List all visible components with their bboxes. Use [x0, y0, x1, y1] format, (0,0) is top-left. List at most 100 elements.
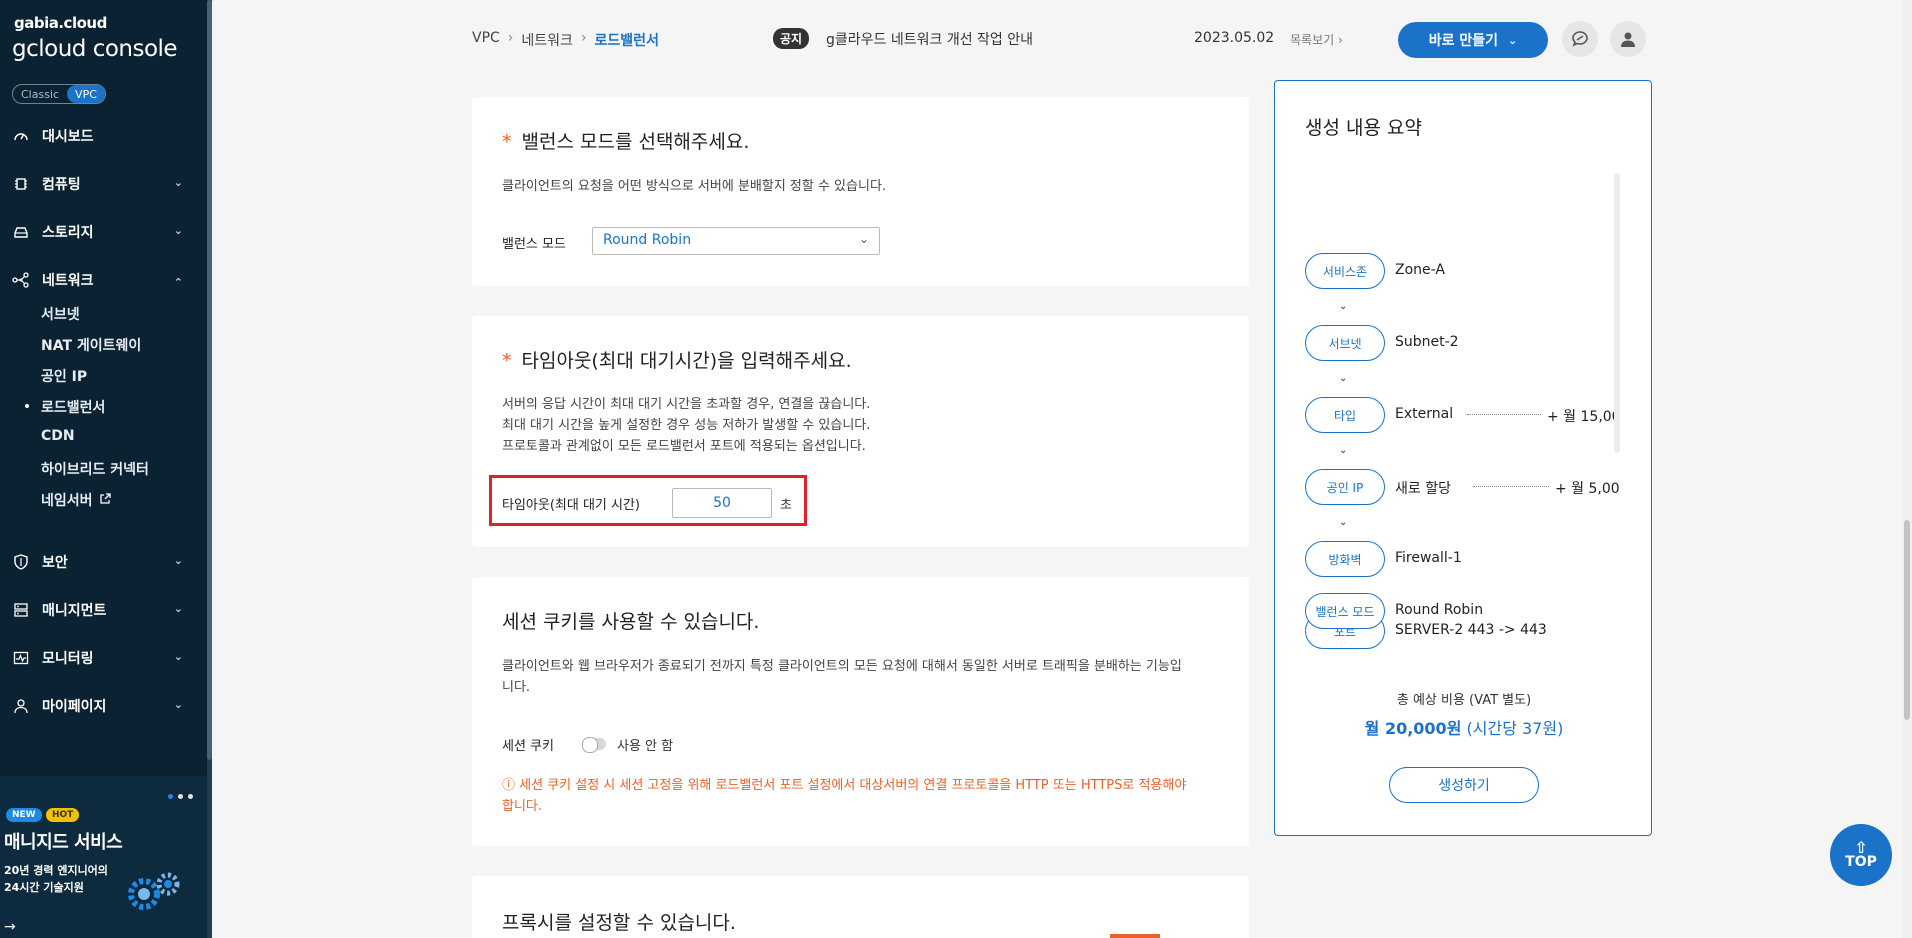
balance-mode-label: 밸런스 모드	[502, 237, 566, 252]
mode-vpc[interactable]: VPC	[67, 85, 105, 103]
summary-title: 생성 내용 요약	[1305, 117, 1422, 139]
sidebar-item-load-balancer[interactable]: 로드밸런서	[24, 397, 105, 417]
chevron-down-icon: ⌄	[173, 698, 183, 711]
step-pill[interactable]: 타입	[1305, 397, 1385, 433]
notice-list-link[interactable]: 목록보기 ›	[1290, 31, 1343, 48]
quick-create-button[interactable]: 바로 만들기 ⌄	[1398, 22, 1548, 58]
generate-button[interactable]: 생성하기	[1389, 767, 1539, 803]
brand-small: gabia.cloud	[14, 14, 107, 32]
nav-label: 대시보드	[42, 129, 94, 145]
section-title: * 밸런스 모드를 선택해주세요.	[502, 131, 750, 153]
section-title: 프록시를 설정할 수 있습니다.	[502, 912, 736, 934]
bottom-accent-bar	[1110, 934, 1160, 938]
promo-banner[interactable]: NEW HOT 매니지드 서비스 20년 경력 엔지니어의 24시간 기술지원 …	[0, 776, 207, 938]
summary-step: 타입 External + 월 15,000 원	[1305, 397, 1620, 437]
notice-list-label: 목록보기	[1290, 33, 1335, 47]
section-title: 세션 쿠키를 사용할 수 있습니다.	[502, 611, 760, 633]
sidebar-item-subnet[interactable]: 서브넷	[41, 304, 80, 324]
section-description: 클라이언트와 웹 브라우저가 종료되기 전까지 특정 클라이언트의 모든 요청에…	[502, 656, 1227, 698]
step-price: + 월 15,000 원	[1547, 409, 1620, 425]
gears-icon	[128, 872, 180, 910]
server-rack-icon	[12, 601, 30, 619]
sidebar-item-label: 네임서버	[41, 493, 93, 509]
notice-link[interactable]: g클라우드 네트워크 개선 작업 안내	[826, 29, 1033, 49]
summary-step: 밸런스 모드 Round Robin	[1305, 593, 1620, 633]
nav-label: 마이페이지	[42, 699, 107, 715]
nav-security[interactable]: 보안 ⌄	[0, 544, 207, 580]
step-pill[interactable]: 서브넷	[1305, 325, 1385, 361]
description-line: 니다.	[502, 680, 531, 695]
nav-label: 네트워크	[42, 273, 94, 289]
brand-logo[interactable]: gcloud console	[12, 36, 178, 62]
sidebar-scrollbar[interactable]	[207, 0, 212, 938]
section-description: 서버의 응답 시간이 최대 대기 시간을 초과할 경우, 연결을 끊습니다. 최…	[502, 394, 870, 457]
carousel-dots[interactable]	[168, 794, 193, 799]
sidebar: gabia.cloud gcloud console Classic VPC 대…	[0, 0, 212, 938]
chevron-down-icon: ⌄	[1339, 301, 1348, 312]
breadcrumb: VPC › 네트워크 › 로드밸런서	[472, 30, 659, 50]
nav-network[interactable]: 네트워크 ⌃	[0, 262, 207, 298]
timeout-label: 타임아웃(최대 대기 시간)	[502, 498, 641, 513]
step-value: Round Robin	[1395, 602, 1484, 618]
nav-management[interactable]: 매니지먼트 ⌄	[0, 592, 207, 628]
arrow-up-icon: ⇧	[1854, 838, 1868, 857]
summary-step: 공인 IP 새로 할당 + 월 5,000 원	[1305, 469, 1620, 509]
promo-line-2: 24시간 기술지원	[4, 881, 84, 894]
chevron-down-icon: ⌄	[173, 176, 183, 189]
step-value: External	[1395, 406, 1454, 422]
leader-line	[1473, 486, 1549, 487]
description-line: 최대 대기 시간을 높게 설정한 경우 성능 저하가 발생할 수 있습니다.	[502, 418, 871, 433]
shield-icon	[12, 553, 30, 571]
timeout-unit: 초	[780, 498, 792, 513]
hourly-cost: (시간당 37원)	[1466, 719, 1564, 738]
nav-label: 컴퓨팅	[42, 177, 81, 193]
session-cookie-toggle[interactable]	[582, 737, 606, 753]
timeout-input[interactable]: 50	[672, 488, 772, 518]
nav-storage[interactable]: 스토리지 ⌄	[0, 214, 207, 250]
session-cookie-status: 사용 안 함	[617, 739, 674, 754]
balance-mode-select[interactable]: Round Robin ⌄	[592, 227, 880, 255]
chevron-down-icon: ⌄	[173, 224, 183, 237]
chevron-down-icon: ⌄	[173, 554, 183, 567]
nav-monitoring[interactable]: 모니터링 ⌄	[0, 640, 207, 676]
user-icon	[12, 697, 30, 715]
chevron-right-icon: ›	[507, 30, 514, 46]
description-line: 프로토콜과 관계없이 모든 로드밸런서 포트에 적용되는 옵션입니다.	[502, 439, 866, 454]
session-cookie-card: 세션 쿠키를 사용할 수 있습니다. 클라이언트와 웹 브라우저가 종료되기 전…	[472, 577, 1249, 846]
chevron-down-icon: ⌄	[1339, 661, 1347, 663]
step-pill[interactable]: 방화벽	[1305, 541, 1385, 577]
step-value: Firewall-1	[1395, 550, 1462, 566]
notice-badge: 공지	[773, 28, 810, 49]
summary-scrollbar[interactable]	[1614, 173, 1620, 453]
mode-switch[interactable]: Classic VPC	[12, 84, 106, 104]
cpu-icon	[12, 175, 30, 193]
sidebar-item-public-ip[interactable]: 공인 IP	[41, 366, 87, 386]
step-pill[interactable]: 서비스존	[1305, 253, 1385, 289]
sidebar-item-nat-gateway[interactable]: NAT 게이트웨이	[41, 335, 141, 355]
step-price: + 월 5,000 원	[1555, 481, 1620, 497]
sidebar-item-nameserver[interactable]: 네임서버	[41, 490, 112, 510]
leader-line	[1467, 414, 1541, 415]
sidebar-item-hybrid-connector[interactable]: 하이브리드 커넥터	[41, 459, 149, 479]
mode-classic[interactable]: Classic	[13, 85, 67, 103]
total-cost-label: 총 예상 비용 (VAT 별도)	[1396, 693, 1532, 708]
breadcrumb-vpc[interactable]: VPC	[472, 30, 500, 50]
step-pill[interactable]: 공인 IP	[1305, 469, 1385, 505]
nav-mypage[interactable]: 마이페이지 ⌄	[0, 688, 207, 724]
profile-button[interactable]	[1610, 21, 1646, 57]
arrow-right-icon[interactable]: →	[4, 919, 16, 935]
sidebar-item-cdn[interactable]: CDN	[41, 428, 75, 444]
scroll-top-button[interactable]: ⇧ TOP	[1830, 824, 1892, 886]
summary-steps[interactable]: 서비스존 Zone-A ⌄ 서브넷 Subnet-2 ⌄ 타입 External…	[1305, 173, 1620, 663]
step-pill[interactable]: 밸런스 모드	[1305, 593, 1385, 629]
nav-computing[interactable]: 컴퓨팅 ⌄	[0, 166, 207, 202]
balance-mode-value: Round Robin	[603, 232, 692, 248]
section-title: * 타임아웃(최대 대기시간)을 입력해주세요.	[502, 350, 852, 372]
breadcrumb-network[interactable]: 네트워크	[521, 30, 573, 50]
warning-line: 합니다.	[502, 799, 543, 814]
page-scrollbar[interactable]	[1902, 0, 1912, 938]
nav-dashboard[interactable]: 대시보드	[0, 118, 207, 154]
chevron-right-icon: ›	[580, 30, 587, 46]
total-cost-value: 월 20,000원	[1364, 719, 1462, 738]
chat-button[interactable]	[1562, 21, 1598, 57]
